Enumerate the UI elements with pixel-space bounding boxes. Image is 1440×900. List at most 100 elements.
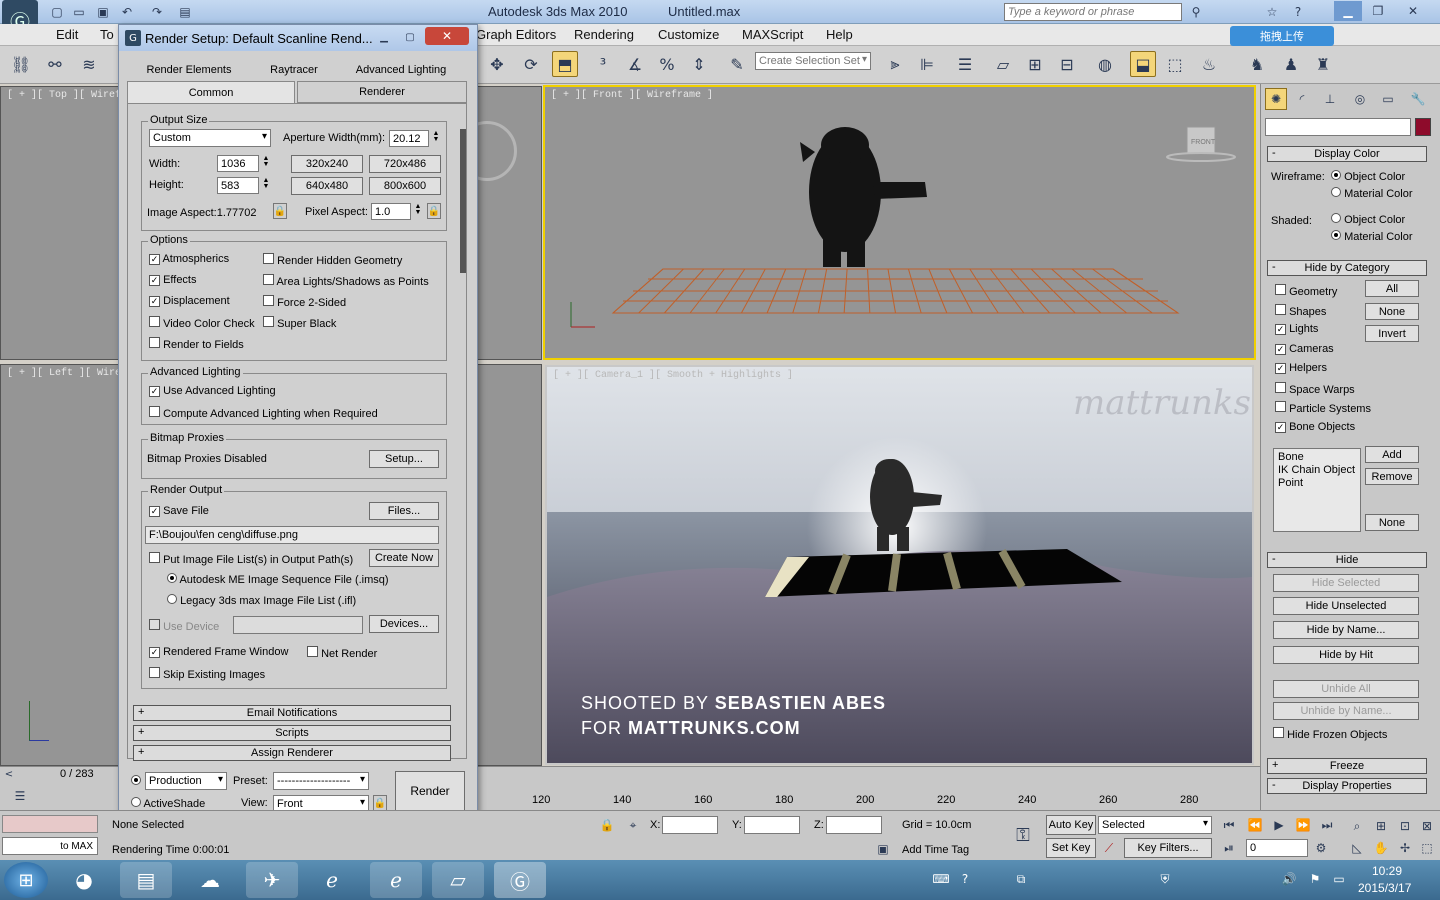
- schematic-view-icon[interactable]: ⊞: [1022, 51, 1048, 77]
- add-time-tag[interactable]: Add Time Tag: [902, 844, 969, 856]
- list-add-button[interactable]: Add: [1365, 446, 1419, 463]
- production-radio[interactable]: [131, 775, 141, 788]
- display-tray-icon[interactable]: ▭: [1330, 870, 1348, 888]
- bind-spacewarp-icon[interactable]: ≋: [76, 51, 102, 77]
- option-checkbox[interactable]: Video Color Check: [149, 316, 255, 330]
- menu-graph-editors[interactable]: Graph Editors: [476, 27, 556, 42]
- files-button[interactable]: Files...: [369, 502, 439, 520]
- go-to-start-icon[interactable]: ⏮: [1218, 815, 1240, 835]
- object-type-list[interactable]: Bone IK Chain Object Point: [1273, 448, 1361, 532]
- output-size-preset[interactable]: Custom: [149, 129, 271, 147]
- option-checkbox[interactable]: ✓ Effects: [149, 274, 197, 286]
- preset-720x486-button[interactable]: 720x486: [369, 155, 441, 173]
- menu-edit[interactable]: Edit: [56, 27, 78, 42]
- project-folder-icon[interactable]: ▤: [176, 3, 194, 21]
- list-item[interactable]: Bone: [1278, 451, 1356, 464]
- compute-advanced-lighting-checkbox[interactable]: Compute Advanced Lighting when Required: [149, 406, 378, 420]
- menu-customize[interactable]: Customize: [658, 27, 719, 42]
- close-button[interactable]: ✕: [1396, 1, 1430, 21]
- select-scale-icon[interactable]: ⬒: [552, 51, 578, 77]
- previous-frame-icon[interactable]: ⏪: [1244, 815, 1266, 835]
- width-spinner[interactable]: ▲ ▼: [261, 155, 271, 168]
- wireframe-material-color[interactable]: Material Color: [1331, 187, 1413, 200]
- taskbar-ie-icon[interactable]: ℯ: [306, 862, 358, 898]
- material-editor-icon[interactable]: ◍: [1092, 51, 1118, 77]
- biped-figure-icon[interactable]: ♟: [1278, 51, 1304, 77]
- binoculars-icon[interactable]: ⚲: [1186, 3, 1206, 21]
- render-teapot-icon[interactable]: ♨: [1196, 51, 1222, 77]
- dialog-maximize-button[interactable]: ▢: [399, 29, 421, 45]
- mini-curve-editor-icon[interactable]: ☰: [8, 786, 32, 806]
- rollout-display-color[interactable]: - Display Color: [1267, 146, 1427, 162]
- zoom-extents-all-icon[interactable]: ⊠: [1418, 817, 1436, 835]
- zoom-extents-icon[interactable]: ⊡: [1396, 817, 1414, 835]
- curve-editor-icon[interactable]: ▱: [990, 51, 1016, 77]
- time-tag-icon[interactable]: ▣: [874, 841, 892, 857]
- autodesk-imsq-radio[interactable]: Autodesk ME Image Sequence File (.imsq): [167, 573, 389, 586]
- category-checkbox[interactable]: Space Warps: [1275, 381, 1355, 396]
- dope-sheet-icon[interactable]: ⊟: [1054, 51, 1080, 77]
- set-key-icon[interactable]: ⚿: [1006, 823, 1040, 847]
- devices-button[interactable]: Devices...: [369, 615, 439, 633]
- viewport-top-label[interactable]: [ + ][ Top ][ Wirefra: [7, 90, 133, 101]
- hide-button[interactable]: Hide by Name...: [1273, 621, 1419, 639]
- modify-tab-icon[interactable]: ◜: [1291, 88, 1313, 110]
- menu-rendering[interactable]: Rendering: [574, 27, 634, 42]
- taskbar-explorer-icon[interactable]: ▤: [120, 862, 172, 898]
- menu-tools[interactable]: To: [100, 27, 114, 42]
- category-checkbox[interactable]: Geometry: [1275, 284, 1337, 298]
- help-tray-icon[interactable]: ?: [956, 870, 974, 888]
- viewport-camera[interactable]: [ + ][ Camera_1 ][ Smooth + Highlights ]…: [545, 365, 1254, 765]
- option-checkbox[interactable]: Force 2-Sided: [263, 295, 346, 309]
- wireframe-object-color[interactable]: Object Color: [1331, 170, 1405, 183]
- list-none-button[interactable]: None: [1365, 514, 1419, 531]
- option-checkbox[interactable]: Area Lights/Shadows as Points: [263, 274, 429, 288]
- object-name-field[interactable]: [1265, 118, 1411, 136]
- dialog-title-bar[interactable]: G Render Setup: Default Scanline Rend...…: [119, 25, 477, 51]
- rollout-assign-renderer[interactable]: + Assign Renderer: [133, 745, 451, 761]
- tab-renderer[interactable]: Renderer: [297, 81, 467, 103]
- aperture-field[interactable]: 20.12: [389, 130, 429, 147]
- go-to-end-icon[interactable]: ⏭: [1316, 815, 1338, 835]
- maximize-viewport-icon[interactable]: ⬚: [1418, 839, 1436, 857]
- menu-maxscript[interactable]: MAXScript: [742, 27, 803, 42]
- height-spinner[interactable]: ▲ ▼: [261, 177, 271, 190]
- net-render-checkbox[interactable]: Net Render: [307, 646, 377, 660]
- list-item[interactable]: IK Chain Object: [1278, 464, 1356, 477]
- maximize-button[interactable]: ❐: [1364, 1, 1392, 21]
- render-setup-icon[interactable]: ⬓: [1130, 51, 1156, 77]
- key-filters-button[interactable]: Key Filters...: [1124, 838, 1212, 858]
- pixel-aspect-lock-icon[interactable]: 🔒: [427, 203, 441, 219]
- option-checkbox[interactable]: Render to Fields: [149, 337, 244, 351]
- image-aspect-lock-icon[interactable]: 🔒: [273, 203, 287, 219]
- save-file-checkbox[interactable]: ✓ Save File: [149, 505, 209, 517]
- preset-640x480-button[interactable]: 640x480: [291, 177, 363, 195]
- rendered-frame-window-checkbox[interactable]: ✓ Rendered Frame Window: [149, 646, 288, 658]
- zoom-icon[interactable]: ⌕: [1348, 817, 1366, 835]
- new-file-icon[interactable]: ▢: [48, 3, 66, 21]
- x-field[interactable]: [662, 816, 718, 834]
- activeshade-radio[interactable]: ActiveShade: [131, 797, 205, 810]
- object-color-swatch[interactable]: [1415, 118, 1431, 136]
- select-rotate-icon[interactable]: ⟳: [518, 51, 544, 77]
- hierarchy-tab-icon[interactable]: ⊥: [1319, 88, 1341, 110]
- current-frame-field[interactable]: 0: [1246, 839, 1308, 857]
- key-mode-toggle-icon[interactable]: ⏯: [1218, 839, 1240, 857]
- tab-common[interactable]: Common: [127, 81, 295, 103]
- field-of-view-icon[interactable]: ◺: [1348, 839, 1366, 857]
- start-button[interactable]: ⊞: [4, 862, 48, 898]
- rollout-freeze[interactable]: + Freeze: [1267, 758, 1427, 774]
- network-tray-icon[interactable]: ⧉: [1012, 870, 1030, 888]
- select-move-icon[interactable]: ✥: [484, 51, 510, 77]
- tab-raytracer[interactable]: Raytracer: [249, 59, 339, 81]
- hide-button[interactable]: Hide Unselected: [1273, 597, 1419, 615]
- mirror-icon[interactable]: ⫸: [882, 51, 908, 77]
- preset-800x600-button[interactable]: 800x600: [369, 177, 441, 195]
- unlink-icon[interactable]: ⚯: [42, 51, 68, 77]
- rollout-display-properties[interactable]: - Display Properties: [1267, 778, 1427, 794]
- taskbar-cloud-icon[interactable]: ☁: [184, 862, 236, 898]
- use-advanced-lighting-checkbox[interactable]: ✓ Use Advanced Lighting: [149, 385, 276, 397]
- play-icon[interactable]: ▶: [1268, 815, 1290, 835]
- taskbar-app-colorful-icon[interactable]: ◕: [58, 862, 110, 898]
- motion-tab-icon[interactable]: ◎: [1349, 88, 1371, 110]
